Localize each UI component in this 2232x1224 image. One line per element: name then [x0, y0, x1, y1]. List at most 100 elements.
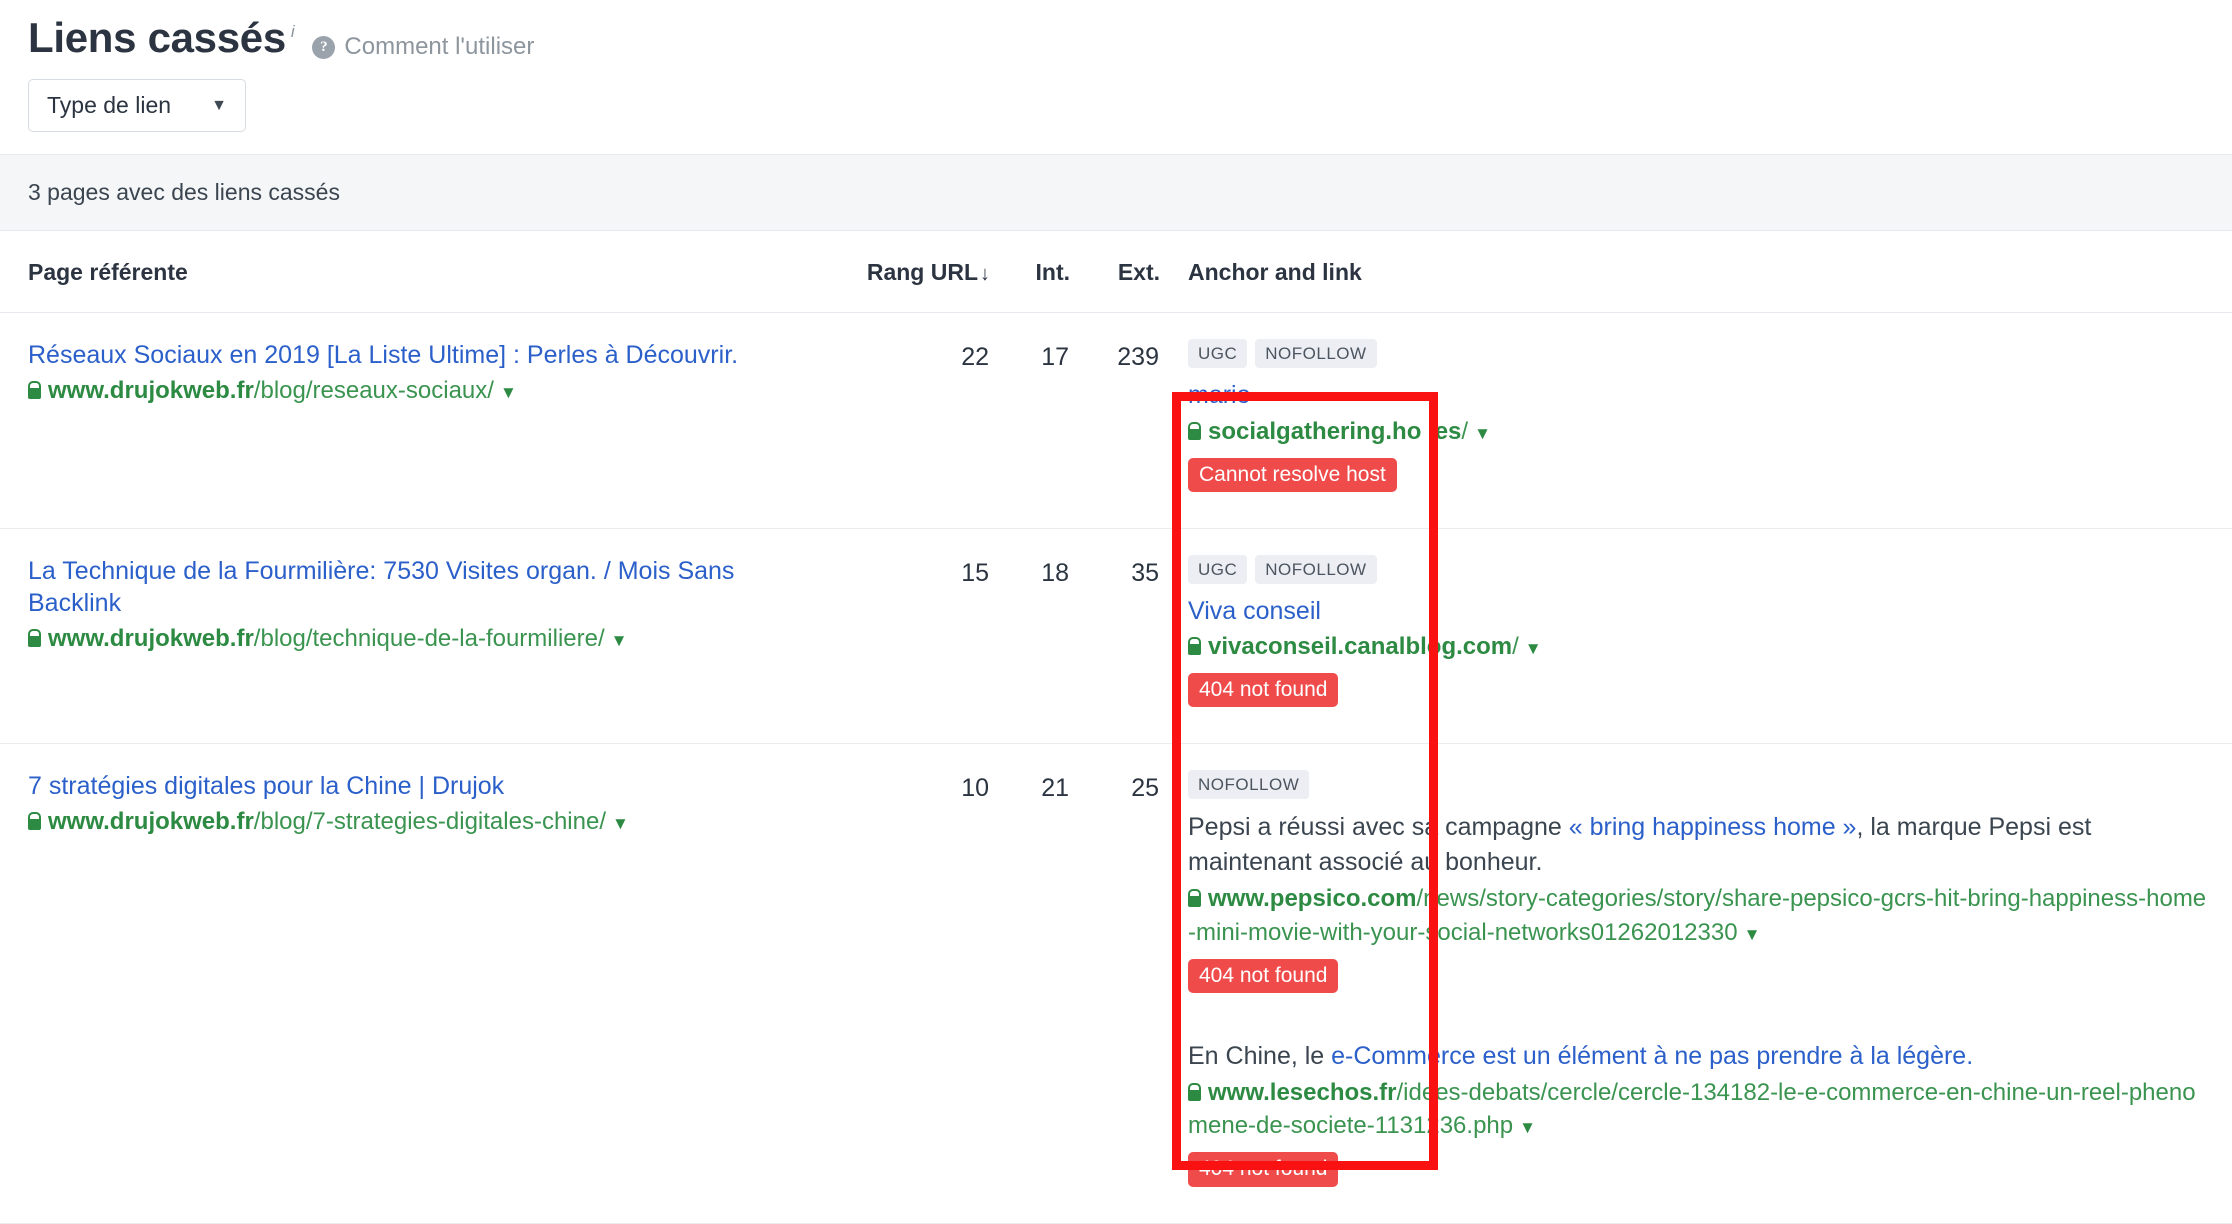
link-attribute-badge: NOFOLLOW: [1188, 770, 1310, 800]
table-body: Réseaux Sociaux en 2019 [La Liste Ultime…: [0, 312, 2232, 1224]
url-rank-value: 15: [840, 528, 990, 745]
referring-page-url[interactable]: www.drujokweb.fr/blog/technique-de-la-fo…: [28, 623, 816, 655]
lock-icon: [1188, 421, 1201, 440]
table-row: Réseaux Sociaux en 2019 [La Liste Ultime…: [0, 312, 2232, 529]
how-to-use-link[interactable]: ? Comment l'utiliser: [312, 33, 534, 61]
chevron-down-icon[interactable]: ▼: [1744, 925, 1761, 944]
broken-link-block: NOFOLLOW Pepsi a réussi avec sa campagne …: [1188, 770, 2208, 993]
context-prefix: En Chine, le: [1188, 1041, 1332, 1070]
table-row: 7 stratégies digitales pour la Chine | D…: [0, 743, 2232, 1224]
context-anchor-link[interactable]: « bring happiness home »: [1569, 813, 1857, 841]
broken-target-url[interactable]: vivaconseil.canalblog.com/ ▼: [1188, 630, 2208, 663]
lock-icon: [1188, 889, 1201, 908]
lock-icon: [1188, 637, 1201, 656]
link-attribute-badge: UGC: [1188, 339, 1248, 368]
table-header: Page référente Rang URL ↓ Int. Ext. Ancho…: [0, 231, 2232, 313]
status-badge: 404 not found: [1188, 958, 1339, 993]
page-title-text: Liens cassés: [28, 14, 286, 61]
referring-page-domain: www.drujokweb.fr: [48, 624, 254, 652]
internal-links-value: 18: [990, 528, 1070, 745]
internal-links-value: 21: [990, 743, 1070, 1224]
referring-page-url[interactable]: www.drujokweb.fr/blog/reseaux-sociaux/ ▼: [28, 375, 816, 407]
target-domain: www.lesechos.fr: [1208, 1079, 1397, 1107]
referring-page-path: /blog/reseaux-sociaux/: [253, 377, 494, 404]
results-count-bar: 3 pages avec des liens cassés: [0, 154, 2232, 231]
chevron-down-icon: ▼: [211, 96, 227, 114]
target-domain: vivaconseil.canalblog.com: [1208, 633, 1513, 661]
external-links-value: 25: [1070, 743, 1160, 1224]
table-row: La Technique de la Fourmilière: 7530 Vis…: [0, 528, 2232, 745]
broken-target-url[interactable]: www.pepsico.com/news/story-categories/st…: [1188, 882, 2208, 948]
table-header-row: Page référente Rang URL ↓ Int. Ext. Ancho…: [0, 231, 2232, 313]
column-header-internal[interactable]: Int.: [990, 231, 1070, 313]
target-path: /: [1461, 417, 1469, 445]
page-title: Liens cassés i: [28, 14, 295, 61]
referring-page-cell: Réseaux Sociaux en 2019 [La Liste Ultime…: [0, 312, 840, 529]
page-title-superscript: i: [290, 22, 295, 41]
how-to-use-label: Comment l'utiliser: [344, 33, 535, 60]
referring-page-path: /blog/technique-de-la-fourmiliere/: [253, 624, 605, 652]
anchor-text[interactable]: mario: [1188, 379, 2208, 412]
referring-page-title[interactable]: La Technique de la Fourmilière: 7530 Vis…: [28, 555, 816, 619]
column-header-url-rank[interactable]: Rang URL ↓: [840, 231, 990, 313]
sort-descending-icon: ↓: [980, 263, 990, 285]
referring-page-path: /blog/7-strategies-digitales-chine/: [253, 808, 606, 836]
page-header: Liens cassés i ? Comment l'utiliser: [0, 0, 2232, 61]
external-links-value: 35: [1070, 528, 1160, 745]
column-header-external[interactable]: Ext.: [1070, 231, 1160, 313]
chevron-down-icon[interactable]: ▼: [1474, 424, 1491, 443]
context-anchor-link[interactable]: e-Commerce est un élément à ne pas prend…: [1331, 1042, 1973, 1070]
lock-icon: [28, 628, 41, 647]
link-attribute-badge: NOFOLLOW: [1255, 554, 1377, 584]
column-header-referring-page[interactable]: Page référente: [0, 231, 840, 313]
referring-page-domain: www.drujokweb.fr: [48, 808, 254, 836]
filter-bar: Type de lien ▼: [0, 61, 2232, 154]
column-header-url-rank-label: Rang URL: [866, 259, 978, 285]
results-count-text: 3 pages avec des liens cassés: [28, 179, 340, 205]
lock-icon: [1188, 1083, 1201, 1102]
broken-link-block: En Chine, le e-Commerce est un élément à…: [1188, 1039, 2208, 1187]
chevron-down-icon[interactable]: ▼: [1525, 639, 1542, 658]
referring-page-title[interactable]: Réseaux Sociaux en 2019 [La Liste Ultime…: [28, 339, 816, 371]
link-context-text: En Chine, le e-Commerce est un élément à…: [1188, 1039, 2208, 1074]
lock-icon: [28, 812, 41, 831]
context-prefix: Pepsi a réussi avec sa campagne: [1188, 813, 1569, 842]
broken-link-block: UGC NOFOLLOW mario socialgathering.ho .es/ ▼…: [1188, 339, 2208, 492]
referring-page-title[interactable]: 7 stratégies digitales pour la Chine | D…: [28, 770, 816, 802]
lock-icon: [28, 381, 41, 399]
external-links-value: 239: [1070, 312, 1160, 529]
target-domain: socialgathering.ho .es: [1208, 417, 1462, 445]
referring-page-cell: 7 stratégies digitales pour la Chine | D…: [0, 743, 840, 1224]
link-context-text: Pepsi a réussi avec sa campagne « bring …: [1188, 810, 2208, 879]
broken-links-table: Page référente Rang URL ↓ Int. Ext. Ancho…: [0, 231, 2232, 1224]
chevron-down-icon[interactable]: ▼: [1519, 1118, 1536, 1137]
link-attribute-badges: NOFOLLOW: [1188, 770, 2208, 800]
referring-page-url[interactable]: www.drujokweb.fr/blog/7-strategies-digit…: [28, 806, 816, 838]
question-mark-icon: ?: [312, 35, 336, 59]
chevron-down-icon[interactable]: ▼: [612, 814, 629, 833]
anchor-and-link-cell: UGC NOFOLLOW mario socialgathering.ho .es/ ▼…: [1160, 312, 2232, 529]
referring-page-cell: La Technique de la Fourmilière: 7530 Vis…: [0, 528, 840, 745]
status-badge: Cannot resolve host: [1188, 457, 1397, 492]
url-rank-value: 10: [840, 743, 990, 1224]
target-domain: www.pepsico.com: [1208, 885, 1417, 913]
chevron-down-icon[interactable]: ▼: [611, 631, 628, 650]
url-rank-value: 22: [840, 312, 990, 529]
broken-target-url[interactable]: socialgathering.ho .es/ ▼: [1188, 415, 2208, 448]
link-attribute-badges: UGC NOFOLLOW: [1188, 339, 2208, 368]
broken-target-url[interactable]: www.lesechos.fr/idees-debats/cercle/cerc…: [1188, 1076, 2208, 1142]
chevron-down-icon[interactable]: ▼: [500, 383, 517, 402]
link-attribute-badge: UGC: [1188, 554, 1248, 584]
link-attribute-badges: UGC NOFOLLOW: [1188, 554, 2208, 584]
internal-links-value: 17: [990, 312, 1070, 529]
status-badge: 404 not found: [1188, 673, 1339, 708]
status-badge: 404 not found: [1188, 1152, 1339, 1187]
referring-page-domain: www.drujokweb.fr: [48, 377, 254, 404]
link-type-filter-label: Type de lien: [47, 92, 172, 118]
anchor-and-link-cell: NOFOLLOW Pepsi a réussi avec sa campagne …: [1160, 743, 2232, 1224]
column-header-anchor-and-link[interactable]: Anchor and link: [1160, 231, 2232, 313]
broken-link-block: UGC NOFOLLOW Viva conseil vivaconseil.canal…: [1188, 554, 2208, 708]
anchor-text[interactable]: Viva conseil: [1188, 595, 2208, 628]
link-attribute-badge: NOFOLLOW: [1255, 339, 1377, 368]
link-type-filter-dropdown[interactable]: Type de lien ▼: [28, 79, 246, 132]
